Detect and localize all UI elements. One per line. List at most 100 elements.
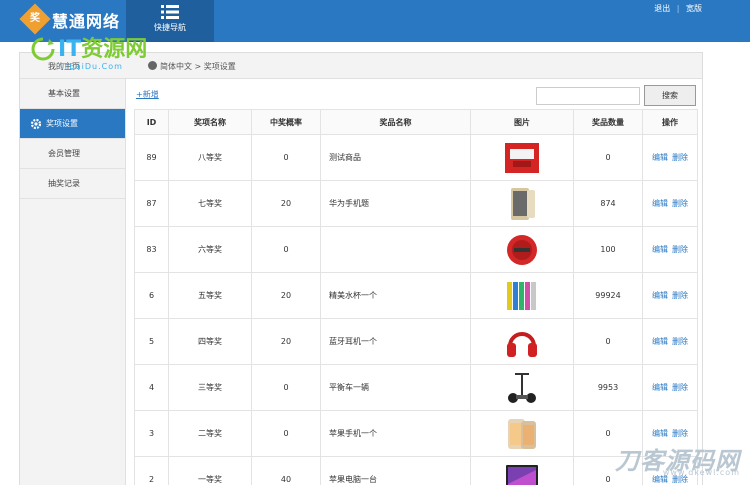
cell-image xyxy=(470,226,574,273)
sidebar-item-lottery-records[interactable]: 抽奖记录 xyxy=(20,169,125,199)
cell-level: 三等奖 xyxy=(168,364,252,411)
refresh-logo-icon xyxy=(31,37,55,61)
cell-id: 2 xyxy=(134,456,169,485)
globe-icon xyxy=(148,61,157,70)
delete-link[interactable]: 删除 xyxy=(672,245,688,254)
table-row: 4 三等奖 0 平衡车一辆 9953 编辑 删除 xyxy=(134,364,698,411)
cell-rate: 0 xyxy=(251,226,321,273)
top-bar: 奖 慧通网络 快捷导航 退出 | 宽版 xyxy=(0,0,750,42)
cell-prize-name: 苹果电脑一台 xyxy=(320,456,471,485)
prize-thumbnail xyxy=(504,186,540,222)
table-row: 89 八等奖 0 测试商品 0 编辑 删除 xyxy=(134,134,698,181)
sidebar-item-label: 会员管理 xyxy=(48,149,80,158)
cell-level: 四等奖 xyxy=(168,318,252,365)
cell-image xyxy=(470,410,574,457)
cell-quantity: 99924 xyxy=(573,272,643,319)
sidebar-item-label: 奖项设置 xyxy=(46,119,78,128)
delete-link[interactable]: 删除 xyxy=(672,199,688,208)
cell-rate: 20 xyxy=(251,318,321,365)
table-row: 3 二等奖 0 苹果手机一个 0 编辑 删除 xyxy=(134,410,698,457)
site-watermark: IT资源网 ITBaiDu.Com xyxy=(31,37,148,71)
delete-link[interactable]: 删除 xyxy=(672,337,688,346)
cell-level: 七等奖 xyxy=(168,180,252,227)
cell-actions: 编辑 删除 xyxy=(642,364,698,411)
sidebar-item-basic-settings[interactable]: 基本设置 xyxy=(20,79,125,109)
cell-id: 4 xyxy=(134,364,169,411)
cell-actions: 编辑 删除 xyxy=(642,134,698,181)
cell-id: 3 xyxy=(134,410,169,457)
edit-link[interactable]: 编辑 xyxy=(652,245,668,254)
search-button[interactable]: 搜索 xyxy=(644,85,696,106)
cell-rate: 0 xyxy=(251,134,321,181)
cell-level: 二等奖 xyxy=(168,410,252,457)
edit-link[interactable]: 编辑 xyxy=(652,199,668,208)
cell-rate: 20 xyxy=(251,272,321,319)
sidebar-item-prize-settings[interactable]: 奖项设置 xyxy=(20,109,125,139)
cell-prize-name: 华为手机题 xyxy=(320,180,471,227)
cell-quantity: 100 xyxy=(573,226,643,273)
main-panel: 我的主页 简体中文 > 奖项设置 基本设置 奖项设置 会员管理 抽奖记录 +新增… xyxy=(19,52,703,485)
logo-badge: 奖 xyxy=(19,3,51,35)
cell-rate: 0 xyxy=(251,364,321,411)
quick-nav-button[interactable]: 快捷导航 xyxy=(126,0,214,42)
table-row: 2 一等奖 40 苹果电脑一台 0 编辑 删除 xyxy=(134,456,698,485)
quick-nav-label: 快捷导航 xyxy=(154,23,186,32)
watermark-subtitle: ITBaiDu.Com xyxy=(60,62,123,71)
edit-link[interactable]: 编辑 xyxy=(652,383,668,392)
cell-id: 83 xyxy=(134,226,169,273)
cell-prize-name: 苹果手机一个 xyxy=(320,410,471,457)
top-links: 退出 | 宽版 xyxy=(650,3,702,14)
cell-image xyxy=(470,364,574,411)
wide-mode-link[interactable]: 宽版 xyxy=(686,4,702,13)
cell-level: 一等奖 xyxy=(168,456,252,485)
cell-quantity: 0 xyxy=(573,318,643,365)
watermark-title-rest: 资源网 xyxy=(81,37,148,62)
search-input[interactable] xyxy=(536,87,640,105)
cell-quantity: 874 xyxy=(573,180,643,227)
edit-link[interactable]: 编辑 xyxy=(652,429,668,438)
cell-image xyxy=(470,318,574,365)
prize-thumbnail xyxy=(504,278,540,314)
edit-link[interactable]: 编辑 xyxy=(652,337,668,346)
cell-actions: 编辑 删除 xyxy=(642,180,698,227)
cell-rate: 0 xyxy=(251,410,321,457)
breadcrumb-path-text: 简体中文 > 奖项设置 xyxy=(160,62,236,71)
delete-link[interactable]: 删除 xyxy=(672,291,688,300)
table-row: 6 五等奖 20 精美水杯一个 99924 编辑 删除 xyxy=(134,272,698,319)
cell-level: 八等奖 xyxy=(168,134,252,181)
sidebar: 基本设置 奖项设置 会员管理 抽奖记录 xyxy=(20,79,126,485)
cell-actions: 编辑 删除 xyxy=(642,226,698,273)
column-header-rate: 中奖概率 xyxy=(251,109,321,135)
cell-image xyxy=(470,272,574,319)
cell-id: 5 xyxy=(134,318,169,365)
prize-thumbnail xyxy=(504,232,540,268)
cell-level: 六等奖 xyxy=(168,226,252,273)
cell-image xyxy=(470,134,574,181)
delete-link[interactable]: 删除 xyxy=(672,429,688,438)
breadcrumb-path: 简体中文 > 奖项设置 xyxy=(148,61,236,72)
sidebar-item-member-management[interactable]: 会员管理 xyxy=(20,139,125,169)
table-header-row: ID 奖项名称 中奖概率 奖品名称 图片 奖品数量 操作 xyxy=(134,109,698,135)
logout-link[interactable]: 退出 xyxy=(654,4,670,13)
add-new-link[interactable]: +新增 xyxy=(136,89,159,100)
cell-rate: 20 xyxy=(251,180,321,227)
prize-thumbnail xyxy=(504,370,540,406)
cell-actions: 编辑 删除 xyxy=(642,272,698,319)
sidebar-item-label: 基本设置 xyxy=(48,89,80,98)
delete-link[interactable]: 删除 xyxy=(672,383,688,392)
logo: 奖 慧通网络 xyxy=(0,0,126,42)
table-row: 83 六等奖 0 100 编辑 删除 xyxy=(134,226,698,273)
prize-thumbnail xyxy=(504,324,540,360)
cell-rate: 40 xyxy=(251,456,321,485)
cell-id: 6 xyxy=(134,272,169,319)
delete-link[interactable]: 删除 xyxy=(672,153,688,162)
cell-quantity: 9953 xyxy=(573,364,643,411)
prize-thumbnail xyxy=(504,416,540,452)
edit-link[interactable]: 编辑 xyxy=(652,153,668,162)
link-divider: | xyxy=(676,4,680,13)
prize-table: ID 奖项名称 中奖概率 奖品名称 图片 奖品数量 操作 89 八等奖 0 测试商品 0… xyxy=(134,109,698,485)
cell-image xyxy=(470,456,574,485)
column-header-image: 图片 xyxy=(470,109,574,135)
edit-link[interactable]: 编辑 xyxy=(652,291,668,300)
table-row: 87 七等奖 20 华为手机题 874 编辑 删除 xyxy=(134,180,698,227)
